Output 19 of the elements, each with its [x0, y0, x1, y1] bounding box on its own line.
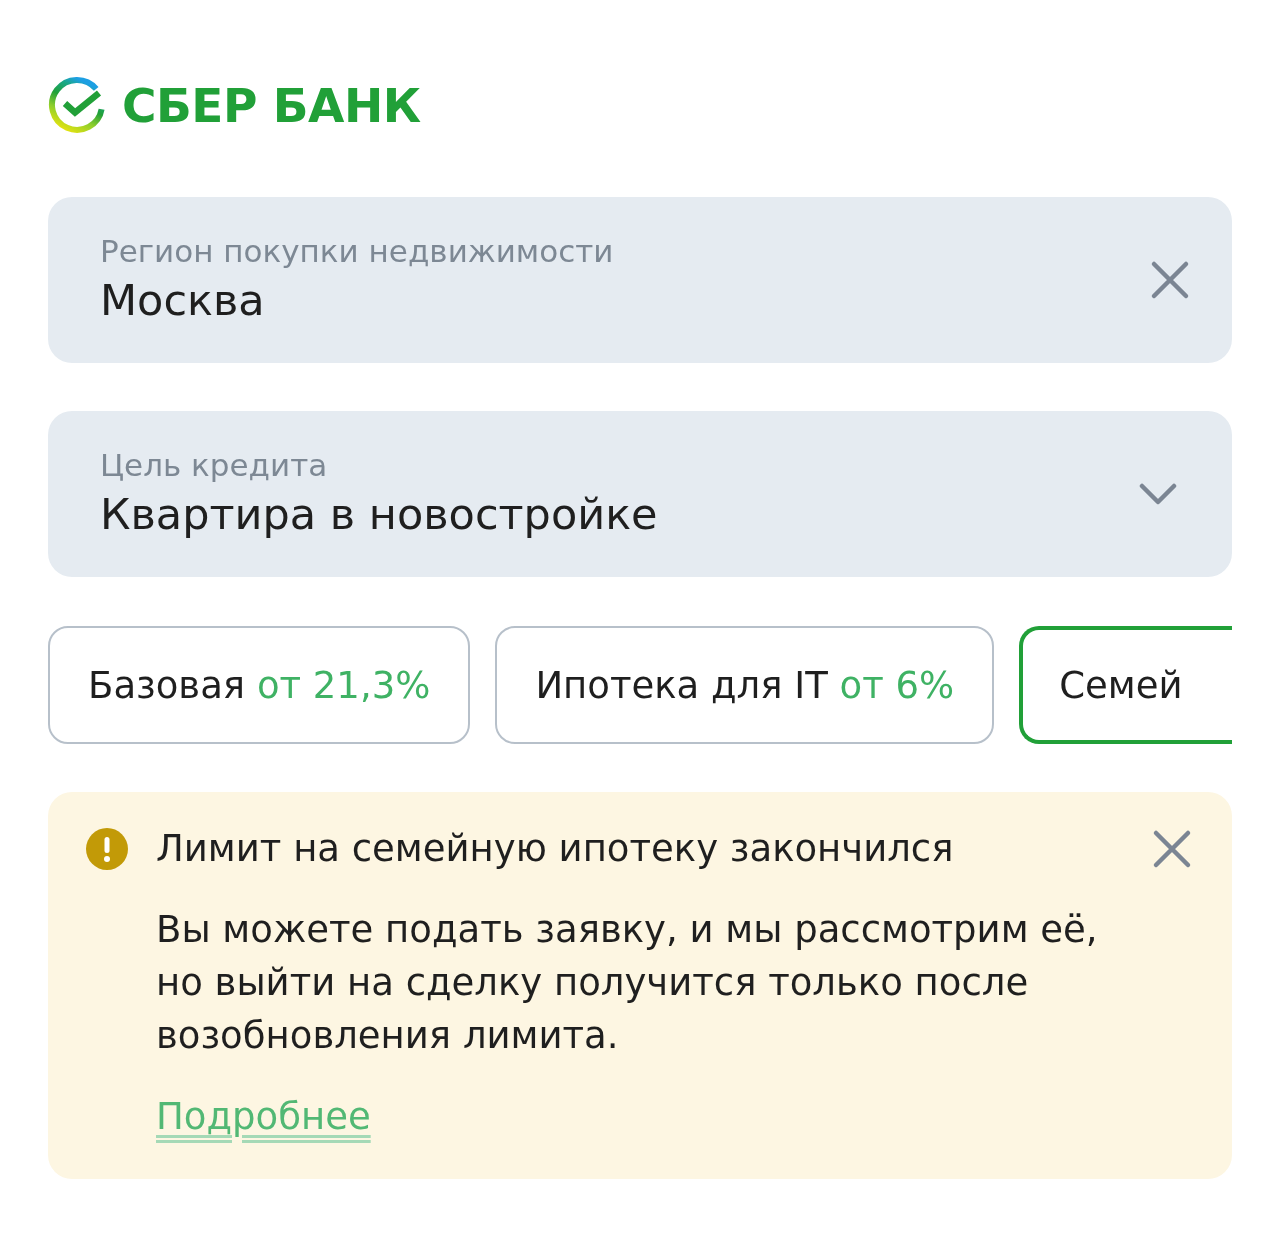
- logo-icon: [48, 76, 106, 134]
- alert-text: Вы можете подать заявку, и мы рассмотрим её, но выйти на сделку получится только после возобновления лимита.: [156, 907, 1099, 1060]
- field-label: Цель кредита: [100, 446, 329, 484]
- program-option[interactable]: Базовая от 21,3%: [48, 626, 471, 744]
- logo-text: СБЕР БАНК: [122, 81, 421, 129]
- input-field[interactable]: Регион покупки недвижимости Москва: [48, 197, 1232, 363]
- chevron-down-icon: [1139, 483, 1177, 505]
- close-icon: [1152, 829, 1192, 870]
- program-option[interactable]: Ипотека для IT от 6%: [495, 626, 995, 744]
- dropdown-field[interactable]: Цель кредита Квартира в новостройке: [48, 411, 1232, 577]
- close-icon: [1150, 260, 1190, 300]
- field-value: Москва: [100, 273, 266, 327]
- program-option[interactable]: Семей: [1019, 626, 1232, 744]
- alert-title: Лимит на семейную ипотеку закончился: [156, 827, 955, 872]
- field-label: Регион покупки недвижимости: [100, 232, 615, 270]
- clear-button[interactable]: [1150, 260, 1190, 300]
- close-button[interactable]: [1152, 829, 1192, 870]
- warning-icon: [86, 828, 128, 871]
- field-value: Квартира в новостройке: [100, 487, 659, 541]
